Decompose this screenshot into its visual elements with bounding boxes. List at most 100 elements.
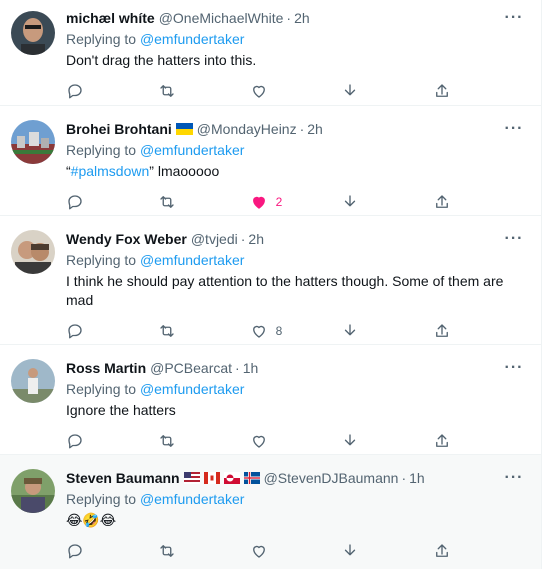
more-options-button[interactable]: ··· [503, 230, 525, 248]
retweet-button[interactable] [158, 322, 250, 340]
mention-link[interactable]: @emfundertaker [140, 381, 244, 397]
reply-icon [68, 84, 82, 99]
like-button[interactable]: 2 [250, 193, 342, 211]
share-button[interactable] [433, 542, 525, 560]
us-flag-icon [183, 472, 200, 484]
tweet-actions [66, 540, 525, 562]
mention-link[interactable]: @emfundertaker [140, 142, 244, 158]
tweet-header: michæl whíte @OneMichaelWhite · 2h [66, 9, 525, 27]
share-button[interactable] [433, 193, 525, 211]
download-arrow-icon [345, 84, 356, 96]
display-name[interactable]: Ross Martin [66, 359, 146, 377]
retweet-icon [160, 85, 174, 97]
tweet[interactable]: ··· Wendy Fox Weber @tvjedi · 2h Replyin… [0, 216, 541, 345]
retweet-icon [160, 545, 174, 557]
share-button[interactable] [433, 432, 525, 450]
tweet[interactable]: ··· Brohei Brohtani @MondayHeinz · 2h Re… [0, 106, 541, 216]
download-button[interactable] [341, 432, 433, 450]
more-options-button[interactable]: ··· [503, 120, 525, 138]
heart-icon [252, 435, 265, 448]
separator-dot: · [240, 231, 246, 247]
hashtag-link[interactable]: #palmsdown [71, 163, 150, 179]
replying-to: Replying to @emfundertaker [66, 30, 525, 48]
retweet-icon [160, 196, 174, 208]
retweet-button[interactable] [158, 193, 250, 211]
timestamp[interactable]: 1h [243, 359, 259, 377]
reply-icon [68, 195, 82, 210]
tweet-actions: 2 [66, 191, 525, 213]
more-options-button[interactable]: ··· [503, 9, 525, 27]
reply-feed: ··· michæl whíte @OneMichaelWhite · 2h R… [0, 0, 542, 569]
replying-to-label: Replying to [66, 142, 137, 158]
reply-button[interactable] [66, 82, 158, 100]
reply-button[interactable] [66, 322, 158, 340]
more-options-button[interactable]: ··· [503, 469, 525, 487]
download-button[interactable] [341, 82, 433, 100]
like-button[interactable] [250, 82, 342, 100]
download-button[interactable] [341, 322, 433, 340]
avatar[interactable] [11, 11, 55, 55]
mention-link[interactable]: @emfundertaker [140, 491, 244, 507]
replying-to-label: Replying to [66, 31, 137, 47]
retweet-button[interactable] [158, 82, 250, 100]
download-arrow-icon [345, 324, 356, 336]
display-name[interactable]: Brohei Brohtani [66, 120, 172, 138]
separator-dot: · [401, 470, 407, 486]
tweet-text: Don't drag the hatters into this. [66, 52, 257, 68]
tweet[interactable]: ··· Ross Martin @PCBearcat · 1h Replying… [0, 345, 541, 455]
user-handle[interactable]: @MondayHeinz [197, 120, 297, 138]
tweet-header: Brohei Brohtani @MondayHeinz · 2h [66, 120, 525, 138]
tweet-text: 😂🤣😂 [66, 512, 117, 528]
retweet-button[interactable] [158, 432, 250, 450]
timestamp[interactable]: 2h [294, 9, 310, 27]
separator-dot: · [299, 121, 305, 137]
replying-to: Replying to @emfundertaker [66, 380, 525, 398]
display-name[interactable]: Steven Baumann [66, 469, 180, 487]
share-button[interactable] [433, 82, 525, 100]
replying-to: Replying to @emfundertaker [66, 490, 525, 508]
more-options-button[interactable]: ··· [503, 359, 525, 377]
tweet-text-rest: ” lmaooooo [149, 163, 220, 179]
display-name[interactable]: Wendy Fox Weber [66, 230, 187, 248]
download-arrow-icon [345, 544, 356, 556]
timestamp[interactable]: 1h [409, 469, 425, 487]
reply-button[interactable] [66, 432, 158, 450]
tweet-text: “#palmsdown” lmaooooo [66, 162, 506, 181]
avatar[interactable] [11, 469, 55, 513]
separator-dot: · [235, 360, 240, 376]
tweet-header: Ross Martin @PCBearcat · 1h [66, 359, 525, 377]
user-handle[interactable]: @tvjedi [191, 230, 238, 248]
user-handle[interactable]: @StevenDJBaumann [264, 469, 399, 487]
download-button[interactable] [341, 542, 433, 560]
user-handle[interactable]: @PCBearcat [150, 359, 232, 377]
like-button[interactable] [250, 432, 342, 450]
mention-link[interactable]: @emfundertaker [140, 31, 244, 47]
like-button[interactable]: 8 [250, 322, 342, 340]
timestamp[interactable]: 2h [248, 230, 264, 248]
replying-to: Replying to @emfundertaker [66, 141, 525, 159]
reply-icon [68, 544, 82, 559]
avatar[interactable] [11, 120, 55, 164]
reply-button[interactable] [66, 542, 158, 560]
reply-icon [68, 434, 82, 449]
heart-icon [252, 545, 265, 558]
retweet-icon [160, 325, 174, 337]
share-icon [436, 324, 449, 337]
share-icon [436, 195, 449, 208]
like-button[interactable] [250, 542, 342, 560]
reply-button[interactable] [66, 193, 158, 211]
avatar[interactable] [11, 230, 55, 274]
share-button[interactable] [433, 322, 525, 340]
tweet[interactable]: ··· michæl whíte @OneMichaelWhite · 2h R… [0, 0, 541, 106]
display-name[interactable]: michæl whíte [66, 9, 155, 27]
download-button[interactable] [341, 193, 433, 211]
tweet[interactable]: ··· Steven Baumann @StevenDJBaumann · 1h… [0, 455, 541, 569]
mention-link[interactable]: @emfundertaker [140, 252, 244, 268]
share-icon [436, 434, 449, 447]
replying-to-label: Replying to [66, 252, 137, 268]
tweet-actions: 8 [66, 320, 525, 342]
avatar[interactable] [11, 359, 55, 403]
user-handle[interactable]: @OneMichaelWhite [159, 9, 284, 27]
retweet-button[interactable] [158, 542, 250, 560]
timestamp[interactable]: 2h [307, 120, 323, 138]
